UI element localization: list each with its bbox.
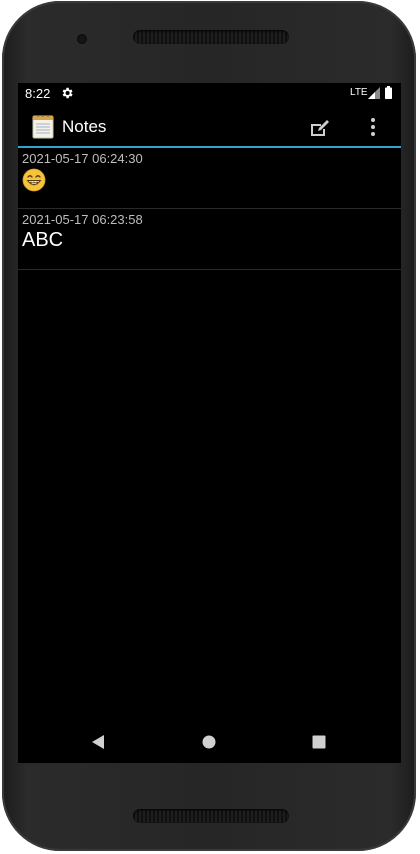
home-circle-icon bbox=[202, 735, 216, 749]
gear-icon bbox=[62, 87, 73, 99]
signal-icon bbox=[368, 87, 380, 99]
device-screen: 8:22 LTE Notes 2021-05-17 06:24:30 2021-… bbox=[18, 83, 401, 763]
notes-list: 2021-05-17 06:24:30 😁 2021-05-17 06:23:5… bbox=[18, 148, 401, 270]
back-triangle-icon bbox=[92, 735, 104, 749]
notepad-icon bbox=[32, 115, 54, 139]
status-bar: 8:22 LTE bbox=[18, 83, 401, 104]
bottom-speaker bbox=[133, 809, 289, 823]
action-bar: Notes bbox=[18, 105, 401, 146]
note-date: 2021-05-17 06:24:30 bbox=[22, 151, 143, 166]
network-type: LTE bbox=[350, 87, 368, 98]
more-vert-icon bbox=[371, 118, 375, 136]
note-item[interactable]: 2021-05-17 06:24:30 😁 bbox=[18, 148, 401, 209]
back-button[interactable] bbox=[87, 731, 109, 753]
edit-note-icon bbox=[311, 120, 329, 136]
battery-icon bbox=[385, 86, 392, 99]
status-time: 8:22 bbox=[25, 86, 51, 101]
new-note-button[interactable] bbox=[305, 113, 335, 141]
note-date: 2021-05-17 06:23:58 bbox=[22, 212, 143, 227]
earpiece-speaker bbox=[133, 30, 289, 44]
note-body: ABC bbox=[22, 229, 64, 251]
navigation-bar bbox=[18, 719, 401, 763]
recents-square-icon bbox=[312, 735, 326, 749]
page-title: Notes bbox=[62, 117, 107, 136]
overflow-menu-button[interactable] bbox=[363, 113, 383, 141]
recents-button[interactable] bbox=[308, 731, 330, 753]
front-camera bbox=[77, 34, 87, 44]
note-item[interactable]: 2021-05-17 06:23:58 ABC bbox=[18, 209, 401, 270]
home-button[interactable] bbox=[198, 731, 220, 753]
